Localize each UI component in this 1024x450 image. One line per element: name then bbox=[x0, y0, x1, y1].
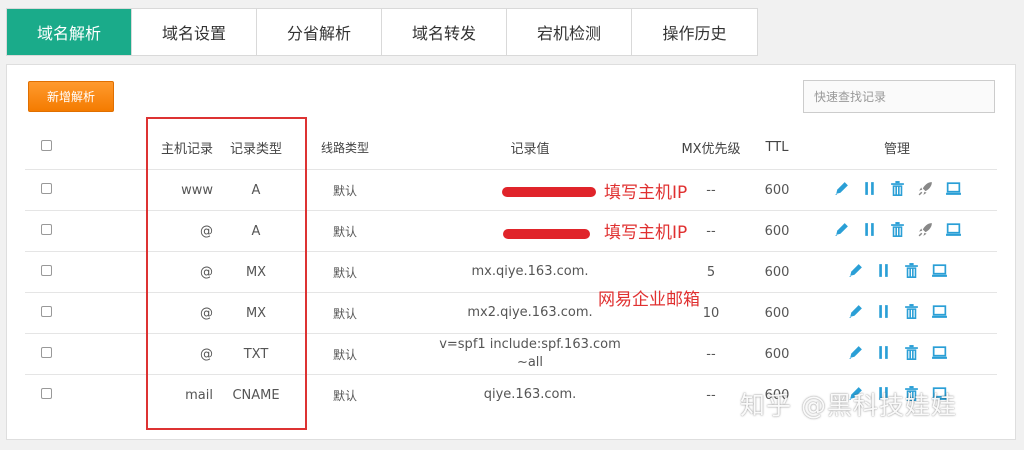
annotation-fill-ip-2: 填写主机IP bbox=[604, 223, 688, 243]
row-checkbox[interactable] bbox=[41, 223, 52, 235]
line-cell: 默认 bbox=[295, 374, 395, 415]
highlight-box bbox=[146, 117, 307, 430]
edit-icon[interactable] bbox=[832, 179, 851, 198]
tab-operation-history[interactable]: 操作历史 bbox=[632, 9, 757, 55]
value-cell: qiye.163.com. bbox=[395, 374, 665, 415]
tab-domain-settings[interactable]: 域名设置 bbox=[132, 9, 257, 55]
redaction-mark bbox=[502, 187, 596, 197]
tab-province-resolve[interactable]: 分省解析 bbox=[257, 9, 382, 55]
row-checkbox-cell bbox=[25, 333, 125, 375]
header-manage: 管理 bbox=[883, 141, 910, 157]
rocket-icon[interactable] bbox=[916, 220, 935, 239]
edit-icon[interactable] bbox=[832, 220, 851, 239]
row-checkbox-cell bbox=[25, 292, 125, 334]
pause-icon[interactable] bbox=[874, 343, 893, 362]
watermark: 知乎 @黑科技娃娃 bbox=[740, 391, 957, 420]
row-checkbox[interactable] bbox=[41, 182, 52, 194]
trash-icon[interactable] bbox=[888, 179, 907, 198]
row-checkbox-cell bbox=[25, 374, 125, 415]
line-cell: 默认 bbox=[295, 169, 395, 211]
tab-dns-resolve[interactable]: 域名解析 bbox=[7, 9, 132, 55]
pause-icon[interactable] bbox=[860, 220, 879, 239]
row-checkbox[interactable] bbox=[41, 387, 52, 399]
row-checkbox-cell bbox=[25, 169, 125, 211]
select-all-cell bbox=[25, 125, 125, 170]
tab-downtime-check[interactable]: 宕机检测 bbox=[507, 9, 632, 55]
trash-icon[interactable] bbox=[902, 343, 921, 362]
trash-icon[interactable] bbox=[902, 261, 921, 280]
annotation-netease-mail: 网易企业邮箱 bbox=[598, 290, 700, 310]
ttl-cell: 600 bbox=[757, 169, 797, 211]
trash-icon[interactable] bbox=[902, 302, 921, 321]
manage-cell bbox=[797, 251, 997, 293]
monitor-icon[interactable] bbox=[944, 220, 963, 239]
value-text: mx.qiye.163.com. bbox=[471, 264, 589, 279]
edit-icon[interactable] bbox=[846, 261, 865, 280]
mx-cell: -- bbox=[665, 333, 757, 375]
add-record-button[interactable]: 新增解析 bbox=[28, 81, 114, 112]
value-text: mx2.qiye.163.com. bbox=[467, 305, 593, 320]
monitor-icon[interactable] bbox=[944, 179, 963, 198]
monitor-icon[interactable] bbox=[930, 302, 949, 321]
pause-icon[interactable] bbox=[860, 179, 879, 198]
ttl-cell: 600 bbox=[757, 210, 797, 252]
manage-cell bbox=[797, 210, 997, 252]
pause-icon[interactable] bbox=[874, 302, 893, 321]
header-mx: MX优先级 bbox=[681, 141, 741, 157]
row-checkbox-cell bbox=[25, 210, 125, 252]
value-text: qiye.163.com. bbox=[483, 387, 577, 402]
header-line: 线路类型 bbox=[320, 140, 369, 155]
tab-bar: 域名解析 域名设置 分省解析 域名转发 宕机检测 操作历史 bbox=[6, 8, 758, 56]
trash-icon[interactable] bbox=[888, 220, 907, 239]
value-cell: v=spf1 include:spf.163.com ~all bbox=[395, 333, 665, 375]
tab-domain-forward[interactable]: 域名转发 bbox=[382, 9, 507, 55]
manage-cell bbox=[797, 292, 997, 334]
edit-icon[interactable] bbox=[846, 343, 865, 362]
redaction-mark bbox=[503, 229, 590, 239]
monitor-icon[interactable] bbox=[930, 343, 949, 362]
line-cell: 默认 bbox=[295, 251, 395, 293]
rocket-icon[interactable] bbox=[916, 179, 935, 198]
row-checkbox-cell bbox=[25, 251, 125, 293]
line-cell: 默认 bbox=[295, 210, 395, 252]
row-checkbox[interactable] bbox=[41, 264, 52, 276]
ttl-cell: 600 bbox=[757, 251, 797, 293]
manage-cell bbox=[797, 333, 997, 375]
ttl-cell: 600 bbox=[757, 333, 797, 375]
ttl-cell: 600 bbox=[757, 292, 797, 334]
row-checkbox[interactable] bbox=[41, 346, 52, 358]
monitor-icon[interactable] bbox=[930, 261, 949, 280]
header-value: 记录值 bbox=[510, 141, 550, 157]
search-input[interactable] bbox=[803, 80, 995, 113]
line-cell: 默认 bbox=[295, 292, 395, 334]
select-all-checkbox[interactable] bbox=[41, 139, 52, 151]
row-checkbox[interactable] bbox=[41, 305, 52, 317]
line-cell: 默认 bbox=[295, 333, 395, 375]
header-ttl: TTL bbox=[765, 139, 789, 155]
value-text: v=spf1 include:spf.163.com ~all bbox=[439, 337, 621, 370]
annotation-fill-ip-1: 填写主机IP bbox=[604, 183, 688, 203]
manage-cell bbox=[797, 169, 997, 211]
pause-icon[interactable] bbox=[874, 261, 893, 280]
edit-icon[interactable] bbox=[846, 302, 865, 321]
